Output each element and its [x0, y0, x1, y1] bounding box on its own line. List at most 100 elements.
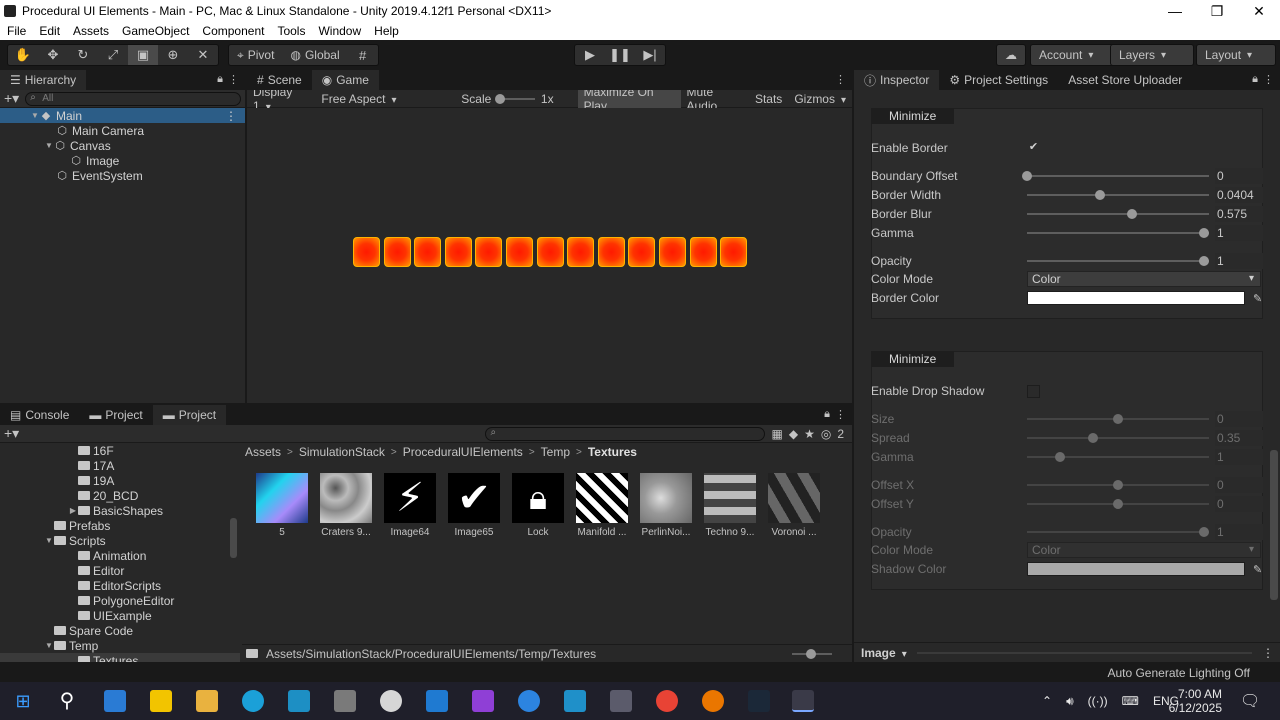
slider-knob[interactable] — [1113, 414, 1123, 424]
property-slider[interactable] — [1027, 187, 1209, 203]
folder-tree-scrollbar[interactable] — [230, 518, 237, 558]
expand-arrow-icon[interactable]: ▼ — [30, 111, 40, 120]
breadcrumb-item[interactable]: Assets — [245, 445, 281, 459]
rect-tool-icon[interactable]: ▣ — [128, 45, 158, 65]
property-value-field[interactable]: 1 — [1215, 253, 1263, 269]
slider-knob[interactable] — [1087, 433, 1098, 443]
menu-tools[interactable]: Tools — [270, 24, 311, 38]
shadow-color-swatch[interactable] — [1027, 562, 1245, 576]
eyedropper-icon[interactable]: ✎ — [1253, 292, 1262, 305]
property-slider[interactable] — [1027, 253, 1209, 269]
keyboard-icon[interactable]: ⌨ — [1122, 694, 1139, 708]
paint-icon[interactable] — [380, 690, 402, 712]
pivot-toggle[interactable]: ⌖ Pivot — [229, 48, 282, 63]
property-value-field[interactable]: 0.35 — [1215, 430, 1263, 446]
asset-item[interactable]: ✔ Image65 — [444, 473, 504, 538]
breadcrumb-item[interactable]: SimulationStack — [299, 445, 385, 459]
folder-tree-item[interactable]: 20_BCD — [0, 488, 240, 503]
close-button[interactable]: ✕ — [1238, 0, 1280, 22]
asset-item[interactable]: Voronoi ... — [764, 473, 824, 538]
pause-icon[interactable]: ❚❚ — [605, 45, 635, 65]
menu-edit[interactable]: Edit — [32, 24, 66, 38]
chrome-icon[interactable] — [656, 690, 678, 712]
tab-game[interactable]: ◉ Game — [311, 70, 379, 90]
lock-icon[interactable]: 🔒︎ — [1252, 73, 1258, 86]
transform-tool-icon[interactable]: ⊕ — [158, 45, 188, 65]
panel-menu-icon[interactable]: ⋮ — [228, 73, 239, 86]
asset-item[interactable]: 🔒︎ Lock — [508, 473, 568, 538]
steam-icon[interactable] — [748, 690, 770, 712]
enable-shadow-checkbox[interactable] — [1027, 384, 1040, 398]
inspector-scrollbar[interactable] — [1270, 450, 1278, 600]
property-slider[interactable] — [1027, 411, 1209, 427]
custom-tool-icon[interactable]: ✕ — [188, 45, 218, 65]
folder-tree-item[interactable]: UIExample — [0, 608, 240, 623]
volume-icon[interactable]: 🔊︎ — [1066, 694, 1074, 709]
asset-item[interactable]: ⚡ Image64 — [380, 473, 440, 538]
stats-toggle[interactable]: Stats — [749, 92, 788, 106]
folder-tree-item[interactable]: 17A — [0, 458, 240, 473]
menu-help[interactable]: Help — [367, 24, 405, 38]
icon-size-slider-knob[interactable] — [806, 649, 816, 659]
slider-knob[interactable] — [1198, 256, 1209, 266]
folder-tree-item[interactable]: Prefabs — [0, 518, 240, 533]
file-explorer-icon[interactable] — [196, 690, 218, 712]
property-value-field[interactable]: 1 — [1215, 449, 1263, 465]
asset-item[interactable]: Manifold ... — [572, 473, 632, 538]
folder-tree-item[interactable]: Animation — [0, 548, 240, 563]
asset-item[interactable]: Craters 9... — [316, 473, 376, 538]
property-slider[interactable] — [1027, 524, 1209, 540]
create-plus-icon[interactable]: +▾ — [4, 425, 19, 442]
eyedropper-icon[interactable]: ✎ — [1253, 563, 1262, 576]
menu-window[interactable]: Window — [311, 24, 367, 38]
folder-tree-item[interactable]: Spare Code — [0, 623, 240, 638]
tab-project-1[interactable]: ▬ Project — [79, 405, 152, 425]
slider-knob[interactable] — [1126, 209, 1137, 219]
notification-icon[interactable]: 🗨︎ — [1240, 682, 1260, 720]
create-plus-icon[interactable]: +▾ — [4, 90, 19, 107]
property-slider[interactable] — [1027, 449, 1209, 465]
asset-item[interactable]: Techno 9... — [700, 473, 760, 538]
property-value-field[interactable]: 1 — [1215, 524, 1263, 540]
move-tool-icon[interactable]: ✥ — [38, 45, 68, 65]
azure-icon[interactable] — [518, 690, 540, 712]
vscode-icon[interactable] — [426, 690, 448, 712]
favorites-icon[interactable]: ★ — [804, 427, 815, 441]
folder-tree-item[interactable]: EditorScripts — [0, 578, 240, 593]
property-value-field[interactable]: 0 — [1215, 477, 1263, 493]
property-slider[interactable] — [1027, 496, 1209, 512]
breadcrumb-item[interactable]: Temp — [541, 445, 570, 459]
scale-slider[interactable] — [495, 93, 535, 104]
search-icon[interactable]: ⚲ — [56, 690, 78, 712]
breadcrumb-item[interactable]: Textures — [588, 445, 637, 459]
scale-slider-knob[interactable] — [495, 93, 506, 104]
global-toggle[interactable]: ◍ Global — [282, 48, 347, 62]
item-menu-icon[interactable]: ⋮ — [225, 109, 237, 123]
property-slider[interactable] — [1022, 168, 1209, 184]
gizmos-dropdown[interactable]: Gizmos — [788, 92, 852, 106]
minimize-button[interactable]: — — [1154, 0, 1196, 22]
clock[interactable]: 7:00 AM 6/12/2025 — [1169, 682, 1222, 720]
tab-project-settings[interactable]: ⚙ Project Settings — [939, 70, 1058, 90]
network-icon[interactable]: ((·)) — [1088, 694, 1108, 708]
tab-inspector[interactable]: ⓘ Inspector — [854, 70, 940, 90]
asset-item[interactable]: 5 — [252, 473, 312, 538]
unity-editor-icon[interactable] — [792, 690, 814, 712]
layers-dropdown[interactable]: Layers — [1110, 44, 1194, 66]
grid-snap-icon[interactable]: # — [348, 45, 378, 65]
rotate-tool-icon[interactable]: ↻ — [68, 45, 98, 65]
hierarchy-item-main[interactable]: ▼ ◆ Main ⋮ — [0, 108, 245, 123]
color-mode-dropdown[interactable]: Color — [1027, 271, 1261, 287]
tab-project-2[interactable]: ▬ Project — [152, 405, 227, 425]
sticky-notes-icon[interactable] — [150, 690, 172, 712]
property-slider[interactable] — [1027, 477, 1209, 493]
property-value-field[interactable]: 0.575 — [1215, 206, 1263, 222]
hierarchy-item-canvas[interactable]: ▼ ⬡ Canvas — [0, 138, 245, 153]
border-minimize-header[interactable]: Minimize — [871, 108, 955, 124]
color-mode-dropdown[interactable]: Color — [1027, 542, 1261, 558]
tray-chevron-icon[interactable]: ⌃ — [1042, 694, 1052, 708]
property-slider[interactable] — [1027, 225, 1209, 241]
restore-button[interactable]: ❐ — [1196, 0, 1238, 22]
property-slider[interactable] — [1027, 206, 1209, 222]
blender-icon[interactable] — [702, 690, 724, 712]
